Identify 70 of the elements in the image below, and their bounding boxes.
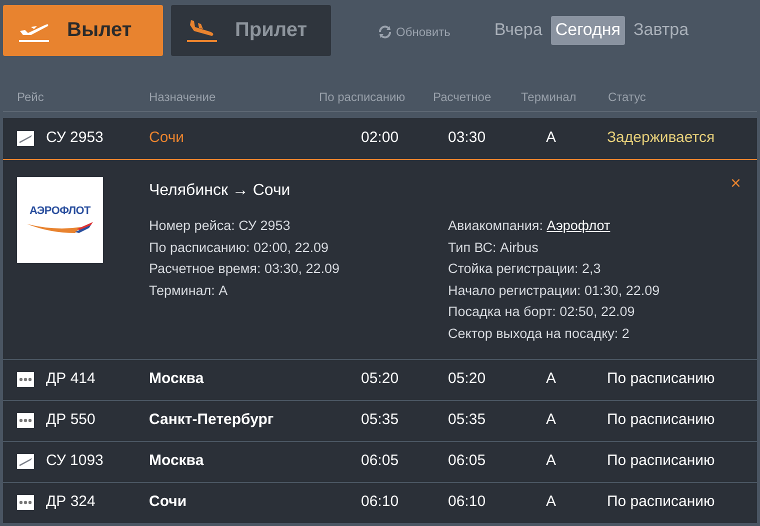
flight-number: СУ 2953 <box>46 128 104 148</box>
destination: Москва <box>149 451 205 472</box>
day-tab[interactable]: Сегодня <box>551 16 624 44</box>
detail-line: Тип ВС: Airbus <box>448 238 540 257</box>
detail-line: По расписанию: 02:00, 22.09 <box>149 238 330 257</box>
destination: Сочи <box>149 492 188 512</box>
flight-row[interactable]: ДР 414 Москва 05:20 05:20 A По расписанию <box>3 358 757 400</box>
day-tab[interactable]: Вчера <box>490 16 546 44</box>
flight-number: ДР 550 <box>46 410 96 430</box>
column-header: По расписанию <box>319 90 406 104</box>
scheduled-time: 05:35 <box>361 410 400 430</box>
airline-logo-icon <box>17 372 34 388</box>
landing-icon <box>185 17 219 43</box>
terminal: A <box>546 128 558 148</box>
direction-tab[interactable]: Вылет <box>3 4 163 56</box>
estimated-time: 06:05 <box>448 451 487 472</box>
detail-line: Сектор выхода на посадку: 2 <box>448 324 630 343</box>
flight-status: По расписанию <box>607 369 715 390</box>
scheduled-time: 05:20 <box>361 369 400 390</box>
terminal: A <box>546 451 558 472</box>
swoosh-icon <box>25 220 95 234</box>
airline-logo-icon <box>17 413 34 428</box>
estimated-time: 05:35 <box>448 410 487 430</box>
scheduled-time: 06:10 <box>361 492 400 512</box>
detail-line: Стойка регистрации: 2,3 <box>448 260 602 278</box>
close-button[interactable]: × <box>730 174 741 192</box>
flight-number: СУ 1093 <box>46 451 104 472</box>
column-header: Рейс <box>17 90 44 104</box>
flight-status: По расписанию <box>607 451 715 472</box>
scheduled-time: 02:00 <box>361 128 400 148</box>
detail-line: Расчетное время: 03:30, 22.09 <box>149 260 341 278</box>
airline-logo-icon <box>17 495 34 510</box>
detail-line: Терминал: A <box>149 282 229 300</box>
logo-text: АЭРОФЛОТ <box>29 206 90 216</box>
refresh-button[interactable]: Обновить <box>377 23 450 41</box>
column-header: Статус <box>608 90 646 104</box>
estimated-time: 03:30 <box>448 128 487 148</box>
airline-link[interactable]: Аэрофлот <box>546 218 610 233</box>
flight-row[interactable]: ДР 550 Санкт-Петербург 05:35 05:35 A По расписанию <box>3 400 757 441</box>
terminal: A <box>546 410 558 430</box>
day-tab[interactable]: Завтра <box>630 16 693 44</box>
flight-number: ДР 324 <box>46 492 96 512</box>
refresh-label: Обновить <box>396 24 450 41</box>
destination: Москва <box>149 369 205 390</box>
estimated-time: 06:10 <box>448 492 487 512</box>
column-header: Назначение <box>149 90 216 104</box>
destination: Сочи <box>149 128 186 148</box>
flight-row[interactable]: СУ 2953 Сочи 02:00 03:30 A Задерживается <box>3 118 757 159</box>
airline-logo-icon <box>17 454 34 470</box>
refresh-icon <box>377 24 393 40</box>
detail-line: Авиакомпания: Аэрофлот <box>448 217 612 235</box>
flight-row[interactable]: СУ 1093 Москва 06:05 06:05 A По расписанию <box>3 440 757 482</box>
flight-status: Задерживается <box>607 128 715 148</box>
estimated-time: 05:20 <box>448 369 487 390</box>
scheduled-time: 06:05 <box>361 451 400 472</box>
detail-line: Номер рейса: СУ 2953 <box>149 217 292 235</box>
direction-tab[interactable]: Прилет <box>171 4 331 56</box>
flight-status: По расписанию <box>607 410 715 430</box>
detail-line: Начало регистрации: 01:30, 22.09 <box>448 282 660 300</box>
detail-line: Посадка на борт: 02:50, 22.09 <box>448 303 636 322</box>
terminal: A <box>546 492 558 512</box>
flight-number: ДР 414 <box>46 369 96 390</box>
airline-logo-icon <box>17 131 34 146</box>
flight-status: По расписанию <box>607 492 715 512</box>
route-title: Челябинск → Сочи <box>149 181 292 201</box>
flight-row[interactable]: ДР 324 Сочи 06:10 06:10 A По расписанию <box>3 482 757 523</box>
terminal: A <box>546 369 558 390</box>
column-header: Терминал <box>521 90 576 104</box>
destination: Санкт-Петербург <box>149 410 275 430</box>
column-header: Расчетное <box>433 90 492 104</box>
